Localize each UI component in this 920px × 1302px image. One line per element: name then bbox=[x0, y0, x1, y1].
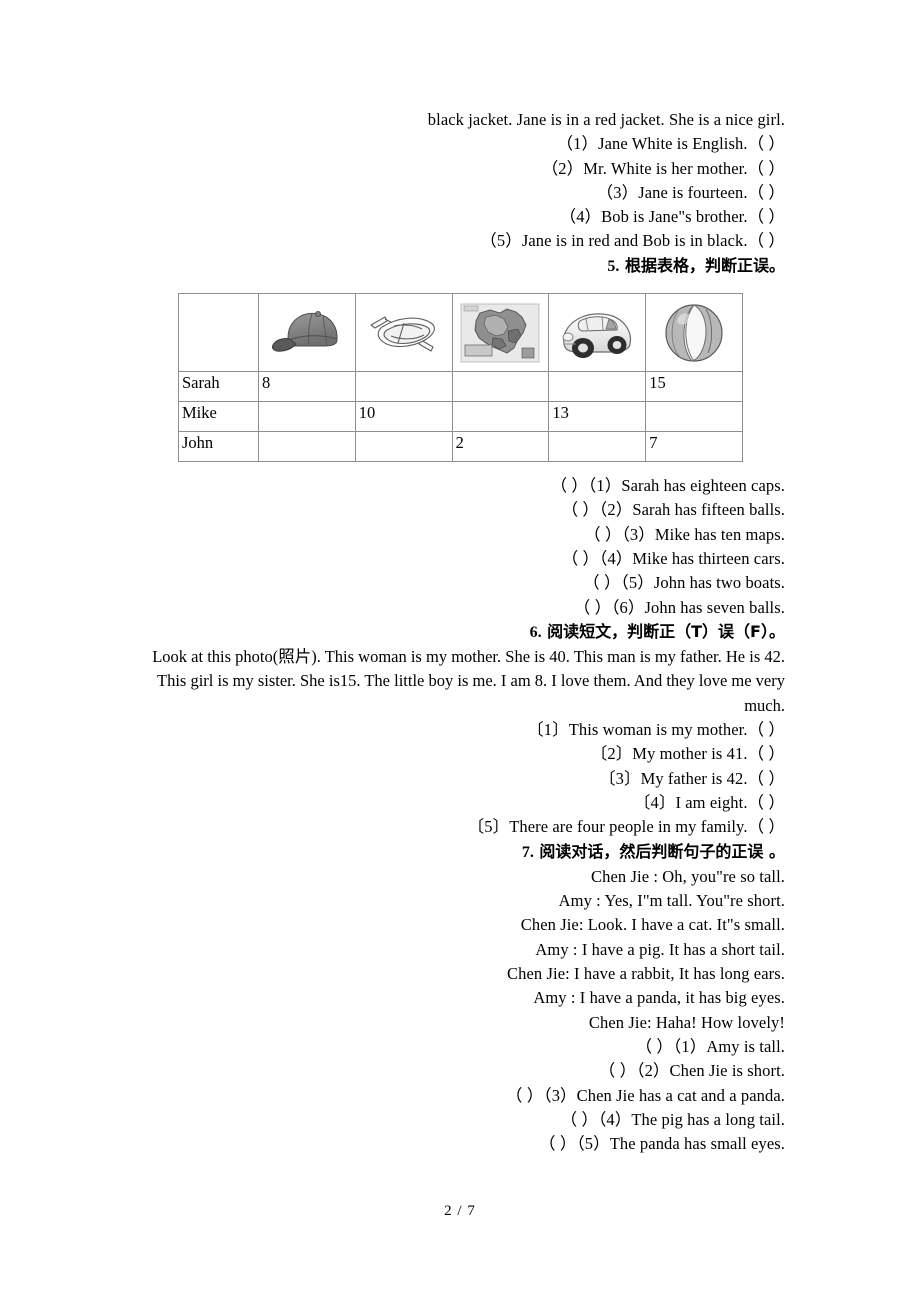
table-header-car bbox=[548, 293, 647, 373]
section5-table-wrapper: Sarah 8 15 Mike 10 13 John 2 7 bbox=[135, 293, 785, 463]
section6-question-4: 〔4〕I am eight.（ ） bbox=[633, 792, 785, 812]
section7-heading-text: 阅读对话，然后判断句子的正误 。 bbox=[539, 841, 785, 861]
section5-question-6: （ ）（6）John has seven balls. bbox=[573, 597, 785, 617]
section6-question-3: 〔3〕My father is 42.（ ） bbox=[599, 768, 785, 788]
car-icon bbox=[549, 295, 645, 371]
page-content: black jacket. Jane is in a red jacket. S… bbox=[135, 108, 785, 1156]
section5-number: 5. bbox=[607, 257, 620, 275]
cell-sarah-cap: 8 bbox=[258, 371, 356, 403]
section4-question-4: （4）Bob is Jane"s brother.（ ） bbox=[559, 207, 785, 227]
section7-dialogue-line-5: Chen Jie: I have a rabbit, It has long e… bbox=[507, 964, 785, 984]
section6-question-2: 〔2〕My mother is 41.（ ） bbox=[590, 744, 785, 764]
section7-question-1: （ ）（1）Amy is tall. bbox=[635, 1036, 785, 1056]
cell-sarah-boat bbox=[354, 371, 453, 403]
section4-question-2: （2）Mr. White is her mother.（ ） bbox=[541, 158, 785, 178]
section7-dialogue-line-1: Chen Jie : Oh, you"re so tall. bbox=[591, 866, 785, 886]
section6-heading: 6. 阅读短文，判断正（T）误（F）。 bbox=[135, 620, 785, 645]
passage-tail-line: black jacket. Jane is in a red jacket. S… bbox=[427, 110, 785, 129]
section7-number: 7. bbox=[521, 843, 534, 861]
cell-sarah-map bbox=[451, 371, 550, 403]
table-header-map bbox=[451, 293, 550, 373]
table-row: John 2 7 bbox=[178, 431, 743, 463]
section7-question-4: （ ）（4）The pig has a long tail. bbox=[560, 1109, 785, 1129]
section5-heading: 5. 根据表格，判断正误。 bbox=[135, 254, 785, 279]
cell-john-cap bbox=[258, 431, 356, 463]
toy-count-table: Sarah 8 15 Mike 10 13 John 2 7 bbox=[178, 293, 743, 463]
section6-passage: Look at this photo(照片). This woman is my… bbox=[152, 647, 785, 715]
section5-question-5: （ ）（5）John has two boats. bbox=[583, 573, 785, 593]
cell-john-map: 2 bbox=[451, 431, 550, 463]
cell-john-ball: 7 bbox=[645, 431, 743, 463]
cap-icon bbox=[259, 295, 355, 371]
cell-mike-cap bbox=[258, 401, 356, 433]
row-name-sarah: Sarah bbox=[178, 371, 259, 403]
row-name-john: John bbox=[178, 431, 259, 463]
section7-heading: 7. 阅读对话，然后判断句子的正误 。 bbox=[135, 840, 785, 865]
cell-mike-car: 13 bbox=[548, 401, 647, 433]
cell-sarah-car bbox=[548, 371, 647, 403]
section7-dialogue-line-6: Amy : I have a panda, it has big eyes. bbox=[533, 988, 785, 1008]
section6-question-5: 〔5〕There are four people in my family.（ … bbox=[467, 817, 785, 837]
boat-icon bbox=[356, 295, 452, 371]
cell-mike-map bbox=[451, 401, 550, 433]
table-row: Mike 10 13 bbox=[178, 401, 743, 433]
table-header-boat bbox=[354, 293, 453, 373]
section5-question-4: （ ）（4）Mike has thirteen cars. bbox=[561, 548, 785, 568]
section7-dialogue-line-2: Amy : Yes, I"m tall. You"re short. bbox=[558, 891, 785, 911]
section6-question-1: 〔1〕This woman is my mother.（ ） bbox=[527, 720, 785, 740]
section6-number: 6. bbox=[529, 623, 542, 641]
worksheet-page: black jacket. Jane is in a red jacket. S… bbox=[0, 0, 920, 1302]
section7-question-2: （ ）（2）Chen Jie is short. bbox=[598, 1061, 785, 1081]
section7-dialogue-line-4: Amy : I have a pig. It has a short tail. bbox=[535, 939, 785, 959]
section7-question-3: （ ）（3）Chen Jie has a cat and a panda. bbox=[505, 1085, 785, 1105]
section4-question-3: （3）Jane is fourteen.（ ） bbox=[596, 182, 785, 202]
section4-question-5: （5）Jane is in red and Bob is in black.（ … bbox=[480, 231, 785, 251]
section7-question-5: （ ）（5）The panda has small eyes. bbox=[539, 1134, 785, 1154]
table-corner-cell bbox=[178, 293, 259, 373]
ball-icon bbox=[646, 295, 742, 371]
table-header-cap bbox=[258, 293, 356, 373]
map-icon bbox=[453, 295, 549, 371]
cell-john-car bbox=[548, 431, 647, 463]
cell-mike-boat: 10 bbox=[354, 401, 453, 433]
section7-dialogue-line-7: Chen Jie: Haha! How lovely! bbox=[588, 1012, 785, 1032]
section7-dialogue-line-3: Chen Jie: Look. I have a cat. It"s small… bbox=[520, 915, 785, 935]
row-name-mike: Mike bbox=[178, 401, 259, 433]
cell-sarah-ball: 15 bbox=[645, 371, 743, 403]
section4-question-1: （1）Jane White is English.（ ） bbox=[556, 134, 785, 154]
cell-mike-ball bbox=[645, 401, 743, 433]
table-header-row bbox=[178, 293, 743, 373]
section5-question-2: （ ）（2）Sarah has fifteen balls. bbox=[561, 500, 785, 520]
cell-john-boat bbox=[354, 431, 453, 463]
page-number-footer: 2 / 7 bbox=[444, 1203, 476, 1219]
table-row: Sarah 8 15 bbox=[178, 371, 743, 403]
table-header-ball bbox=[645, 293, 743, 373]
section5-question-1: （ ）（1）Sarah has eighteen caps. bbox=[550, 476, 785, 496]
section5-question-3: （ ）（3）Mike has ten maps. bbox=[584, 524, 785, 544]
section5-heading-text: 根据表格，判断正误。 bbox=[624, 255, 785, 275]
section6-heading-text: 阅读短文，判断正（T）误（F）。 bbox=[547, 621, 785, 641]
